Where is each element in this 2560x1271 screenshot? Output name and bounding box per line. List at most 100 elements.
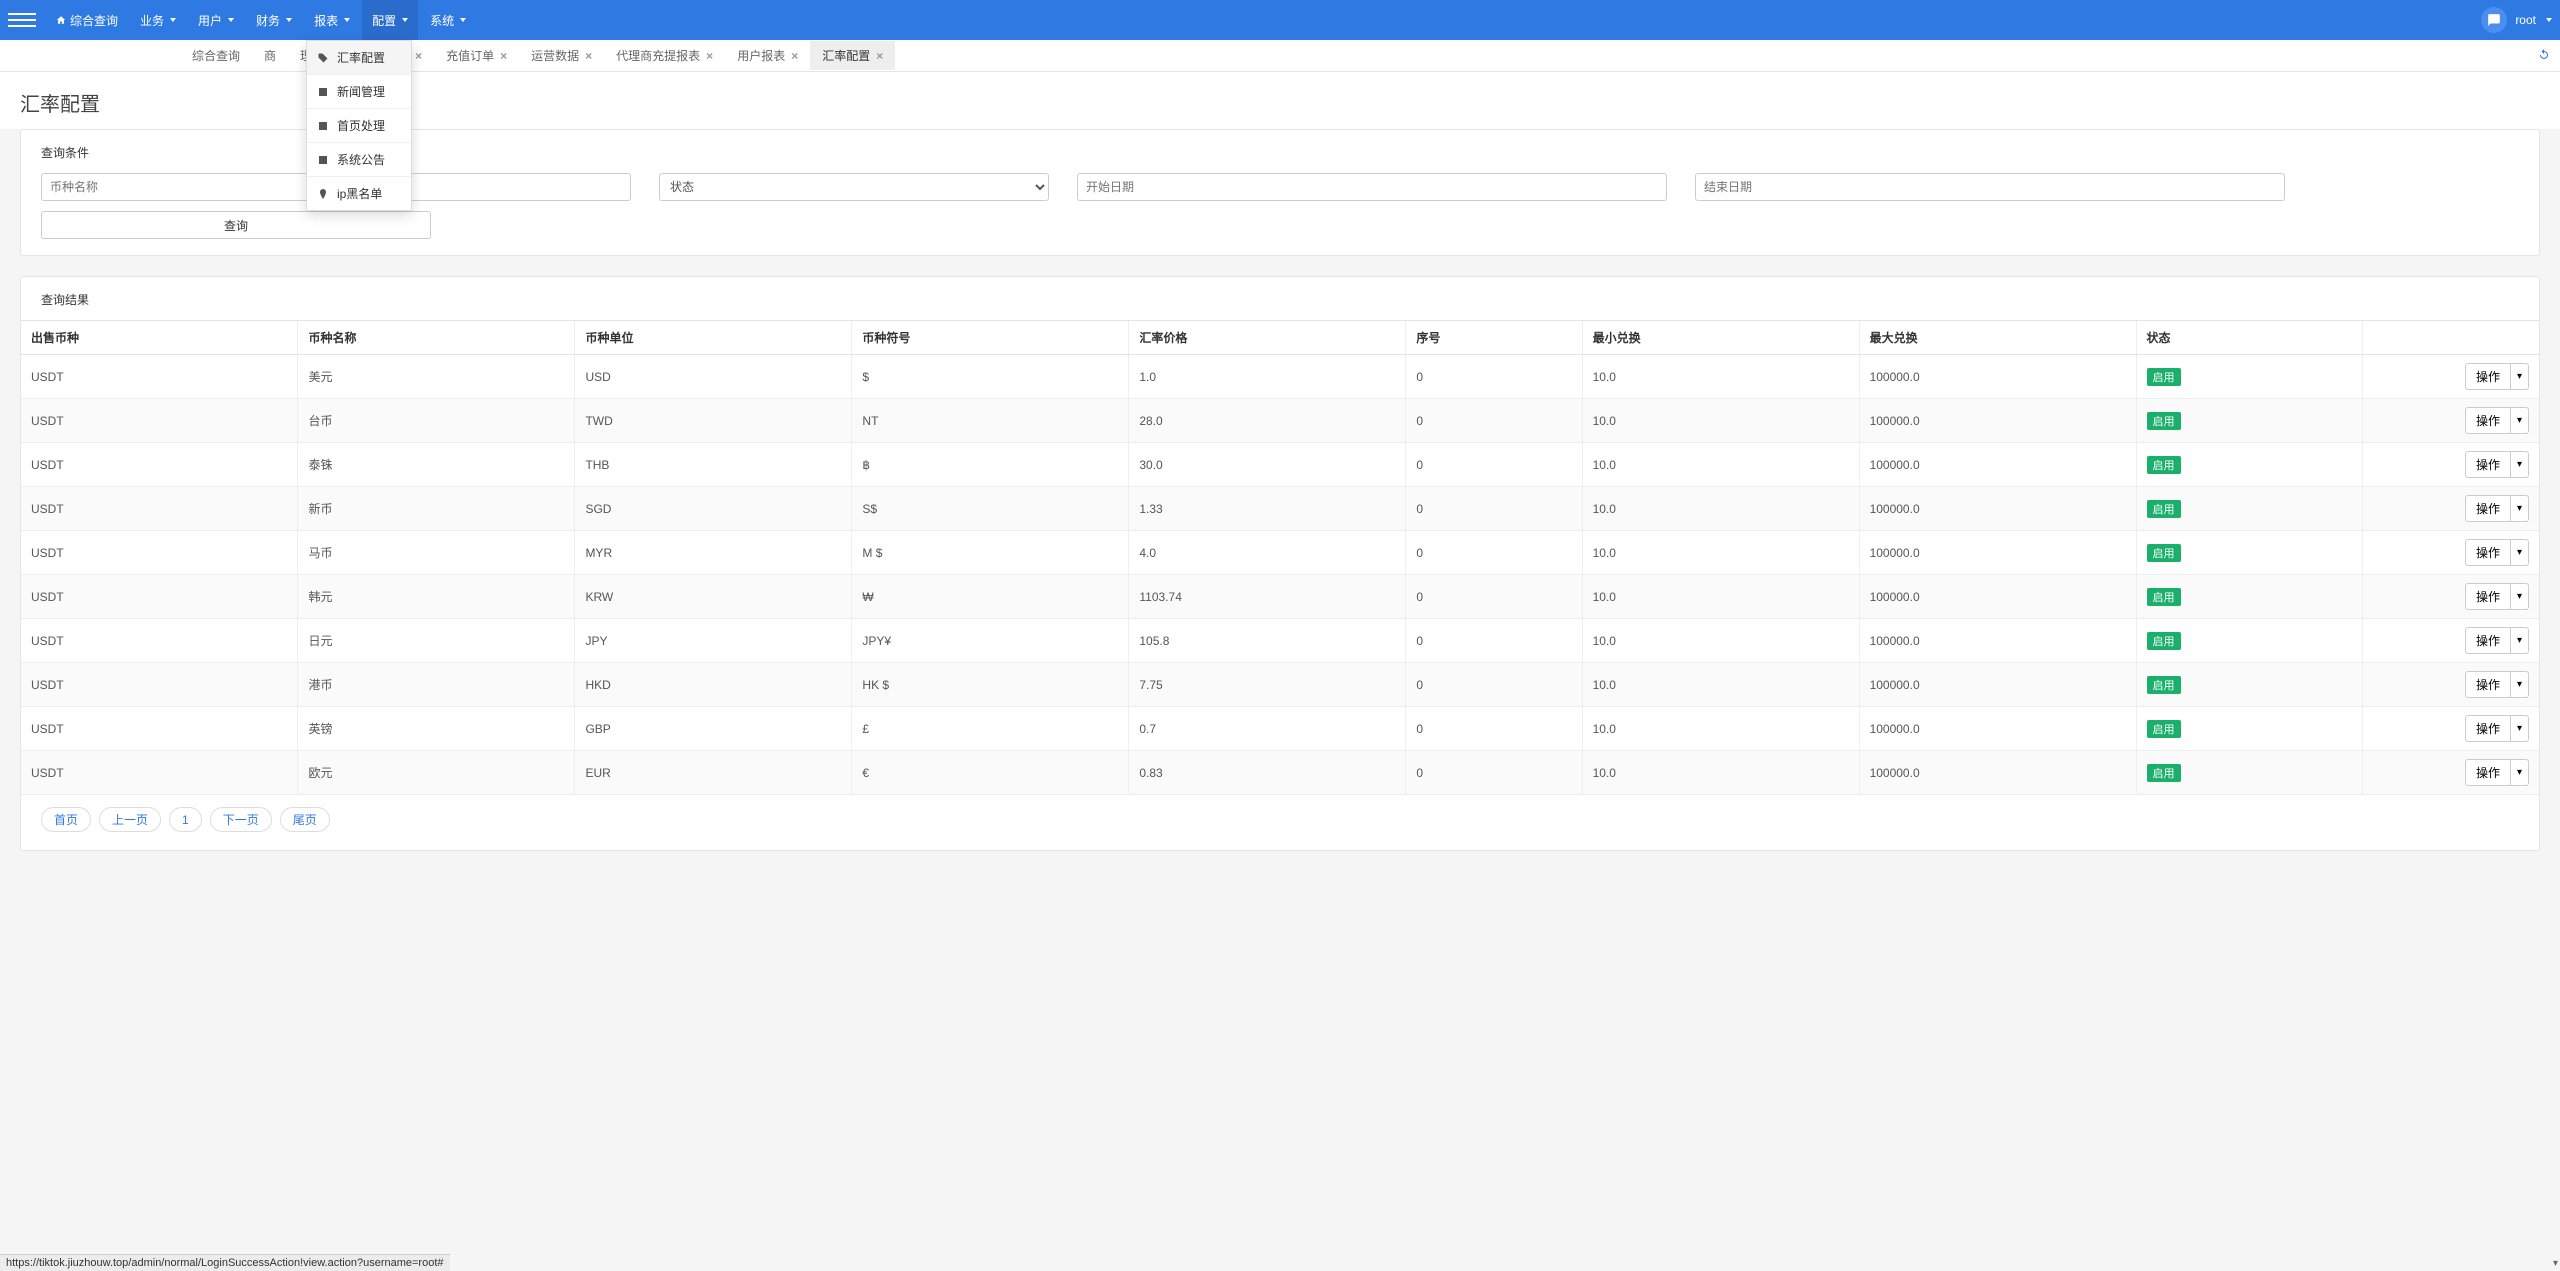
nav-config[interactable]: 配置: [362, 0, 418, 40]
cell-unit: HKD: [575, 663, 852, 707]
cell-order: 0: [1406, 355, 1582, 399]
status-select[interactable]: 状态: [659, 173, 1049, 201]
cell-sell: USDT: [21, 399, 298, 443]
tab-ops-data[interactable]: 运营数据×: [519, 41, 604, 70]
hamburger-icon[interactable]: [8, 6, 36, 34]
close-icon[interactable]: ×: [706, 49, 713, 63]
pager-last[interactable]: 尾页: [280, 807, 330, 832]
chevron-down-icon: [460, 18, 466, 22]
nav-home[interactable]: 综合查询: [46, 0, 128, 40]
nav-report[interactable]: 报表: [304, 0, 360, 40]
scroll-caret-icon[interactable]: ▾: [2553, 1258, 2558, 1269]
tab-user-report[interactable]: 用户报表×: [725, 41, 810, 70]
operate-caret[interactable]: ▾: [2511, 671, 2529, 698]
cell-rate: 1103.74: [1129, 575, 1406, 619]
operate-caret[interactable]: ▾: [2511, 715, 2529, 742]
dropdown-announcement[interactable]: 系统公告: [307, 143, 411, 177]
operate-button[interactable]: 操作: [2465, 627, 2511, 654]
tab-merchant[interactable]: 商: [252, 41, 288, 70]
tab-recharge-orders[interactable]: 充值订单×: [434, 41, 519, 70]
operate-caret[interactable]: ▾: [2511, 363, 2529, 390]
dropdown-homepage[interactable]: 首页处理: [307, 109, 411, 143]
close-icon[interactable]: ×: [415, 49, 422, 63]
tab-exchange-rate[interactable]: 汇率配置×: [810, 41, 895, 70]
operate-button[interactable]: 操作: [2465, 495, 2511, 522]
pager-first[interactable]: 首页: [41, 807, 91, 832]
start-date-input[interactable]: [1077, 173, 1667, 201]
operate-caret[interactable]: ▾: [2511, 539, 2529, 566]
close-icon[interactable]: ×: [791, 49, 798, 63]
chat-icon[interactable]: [2481, 7, 2507, 33]
operate-button[interactable]: 操作: [2465, 451, 2511, 478]
operate-button[interactable]: 操作: [2465, 715, 2511, 742]
cell-status: 启用: [2136, 751, 2363, 795]
cell-unit: MYR: [575, 531, 852, 575]
cell-rate: 28.0: [1129, 399, 1406, 443]
cell-symbol: M $: [852, 531, 1129, 575]
cell-sell: USDT: [21, 355, 298, 399]
dropdown-exchange-rate[interactable]: 汇率配置: [307, 41, 411, 75]
close-icon[interactable]: ×: [585, 49, 592, 63]
dropdown-ip-blacklist[interactable]: ip黑名单: [307, 177, 411, 210]
close-icon[interactable]: ×: [500, 49, 507, 63]
chevron-down-icon: [402, 18, 408, 22]
table-row: USDT新币SGDS$1.33010.0100000.0启用操作▾: [21, 487, 2539, 531]
cell-ops: 操作▾: [2363, 619, 2539, 663]
col-rate: 汇率价格: [1129, 321, 1406, 355]
tab-overview[interactable]: 综合查询: [180, 41, 252, 70]
operate-button[interactable]: 操作: [2465, 539, 2511, 566]
cell-unit: TWD: [575, 399, 852, 443]
refresh-button[interactable]: [2538, 48, 2550, 63]
operate-button[interactable]: 操作: [2465, 363, 2511, 390]
query-button[interactable]: 查询: [41, 211, 431, 239]
operate-button[interactable]: 操作: [2465, 583, 2511, 610]
cell-name: 新币: [298, 487, 575, 531]
cell-symbol: ฿: [852, 443, 1129, 487]
cell-name: 马币: [298, 531, 575, 575]
operate-button[interactable]: 操作: [2465, 671, 2511, 698]
status-badge: 启用: [2147, 676, 2181, 694]
cell-min: 10.0: [1582, 751, 1859, 795]
operate-caret[interactable]: ▾: [2511, 583, 2529, 610]
nav-user[interactable]: 用户: [188, 0, 244, 40]
col-order: 序号: [1406, 321, 1582, 355]
cell-ops: 操作▾: [2363, 531, 2539, 575]
table-header-row: 出售币种 币种名称 币种单位 币种符号 汇率价格 序号 最小兑换 最大兑换 状态: [21, 321, 2539, 355]
cell-sell: USDT: [21, 707, 298, 751]
close-icon[interactable]: ×: [876, 49, 883, 63]
table-row: USDT美元USD$1.0010.0100000.0启用操作▾: [21, 355, 2539, 399]
pager-page-1[interactable]: 1: [169, 807, 202, 832]
cell-min: 10.0: [1582, 355, 1859, 399]
chevron-down-icon: [344, 18, 350, 22]
pager-next[interactable]: 下一页: [210, 807, 272, 832]
nav-system[interactable]: 系统: [420, 0, 476, 40]
operate-caret[interactable]: ▾: [2511, 627, 2529, 654]
operate-caret[interactable]: ▾: [2511, 495, 2529, 522]
chevron-down-icon: [228, 18, 234, 22]
cell-order: 0: [1406, 487, 1582, 531]
operate-caret[interactable]: ▾: [2511, 759, 2529, 786]
cell-symbol: S$: [852, 487, 1129, 531]
cell-min: 10.0: [1582, 575, 1859, 619]
nav-finance[interactable]: 财务: [246, 0, 302, 40]
cell-order: 0: [1406, 531, 1582, 575]
cell-status: 启用: [2136, 355, 2363, 399]
operate-button[interactable]: 操作: [2465, 407, 2511, 434]
operate-button[interactable]: 操作: [2465, 759, 2511, 786]
col-max: 最大兑换: [1859, 321, 2136, 355]
tab-agent-report[interactable]: 代理商充提报表×: [604, 41, 725, 70]
cell-max: 100000.0: [1859, 399, 2136, 443]
pager-prev[interactable]: 上一页: [99, 807, 161, 832]
operate-caret[interactable]: ▾: [2511, 451, 2529, 478]
nav-business[interactable]: 业务: [130, 0, 186, 40]
user-label[interactable]: root: [2515, 13, 2536, 27]
cell-min: 10.0: [1582, 619, 1859, 663]
end-date-input[interactable]: [1695, 173, 2285, 201]
cell-symbol: £: [852, 707, 1129, 751]
cell-rate: 105.8: [1129, 619, 1406, 663]
table-row: USDT马币MYRM $4.0010.0100000.0启用操作▾: [21, 531, 2539, 575]
dropdown-news[interactable]: 新闻管理: [307, 75, 411, 109]
col-unit: 币种单位: [575, 321, 852, 355]
operate-caret[interactable]: ▾: [2511, 407, 2529, 434]
cell-order: 0: [1406, 399, 1582, 443]
